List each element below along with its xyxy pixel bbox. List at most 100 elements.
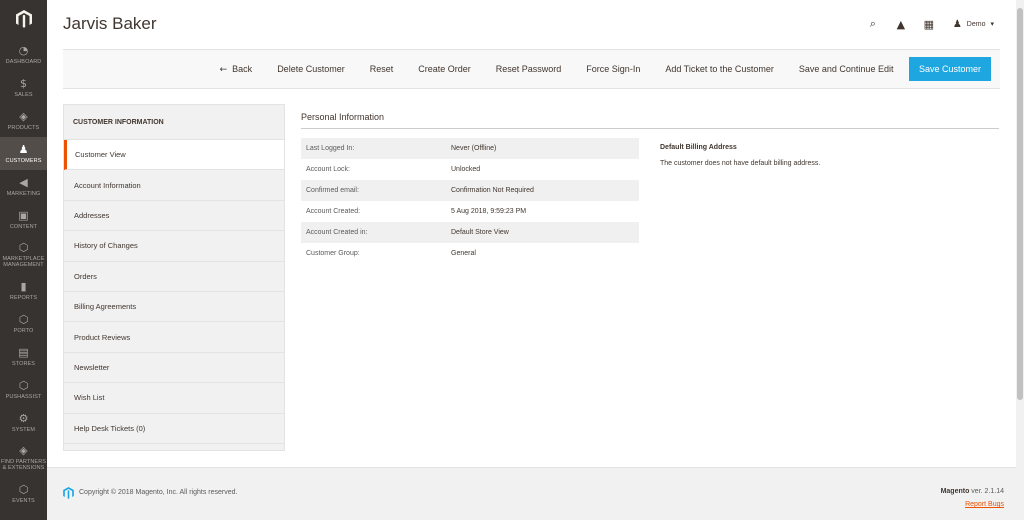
nav-label: CONTENT bbox=[9, 223, 38, 230]
row-value: General bbox=[451, 250, 476, 257]
section-title: Personal Information bbox=[301, 112, 385, 122]
tab-history-of-changes[interactable]: History of Changes bbox=[64, 231, 284, 262]
nav-item-marketplace[interactable]: ⬡ MARKETPLACE MANAGEMENT bbox=[0, 236, 47, 274]
hexagon-icon: ⬡ bbox=[18, 241, 29, 254]
nav-item-events[interactable]: ⬡ EVENTS bbox=[0, 477, 47, 510]
nav-label: MARKETING bbox=[6, 190, 41, 197]
magento-logo[interactable] bbox=[0, 0, 47, 38]
nav-item-customers[interactable]: ♟ CUSTOMERS bbox=[0, 137, 47, 170]
nav-label: FIND PARTNERS & EXTENSIONS bbox=[0, 459, 47, 471]
reset-password-button[interactable]: Reset Password bbox=[483, 57, 574, 81]
nav-label: PUSHASSIST bbox=[5, 393, 42, 400]
nav-item-dashboard[interactable]: ◔ DASHBOARD bbox=[0, 38, 47, 71]
tab-account-information[interactable]: Account Information bbox=[64, 170, 284, 201]
tab-customer-view[interactable]: Customer View bbox=[64, 140, 284, 171]
puzzle-icon: ◈ bbox=[19, 444, 28, 457]
chevron-down-icon: ▾ bbox=[990, 21, 994, 28]
nav-item-stores[interactable]: ▤ STORES bbox=[0, 340, 47, 373]
page-footer: Copyright © 2018 Magento, Inc. All right… bbox=[47, 467, 1016, 520]
row-label: Last Logged In: bbox=[301, 138, 446, 159]
nav-item-reports[interactable]: ▮ REPORTS bbox=[0, 274, 47, 307]
user-menu[interactable]: ♟ Demo ▾ bbox=[953, 19, 994, 30]
hexagon-icon: ⬡ bbox=[18, 482, 29, 496]
copyright-text: Copyright © 2018 Magento, Inc. All right… bbox=[79, 489, 238, 496]
row-label: Account Created: bbox=[306, 208, 361, 215]
row-value: Never (Offline) bbox=[446, 138, 639, 159]
admin-sidebar: ◔ DASHBOARD $ SALES ◈ PRODUCTS ♟ CUSTOME… bbox=[0, 0, 47, 520]
report-bugs-link[interactable]: Report Bugs bbox=[965, 501, 1004, 508]
row-label: Confirmed email: bbox=[301, 180, 446, 201]
layout-icon: ▣ bbox=[18, 208, 29, 222]
person-icon: ♟ bbox=[18, 142, 29, 156]
page-scrollbar[interactable] bbox=[1016, 0, 1024, 520]
delete-customer-button[interactable]: Delete Customer bbox=[265, 57, 358, 81]
dollar-icon: $ bbox=[20, 76, 27, 90]
nav-label: CUSTOMERS bbox=[5, 157, 42, 164]
hexagon-icon: ⬡ bbox=[18, 312, 29, 326]
brand-name: Magento bbox=[940, 488, 970, 495]
table-row: Last Logged In: Never (Offline) bbox=[301, 138, 639, 159]
notes-icon[interactable]: ▦ bbox=[915, 18, 943, 31]
tabs-title: CUSTOMER INFORMATION bbox=[64, 105, 284, 140]
billing-address-text: The customer does not have default billi… bbox=[660, 160, 821, 167]
force-signin-button[interactable]: Force Sign-In bbox=[574, 57, 653, 81]
nav-item-products[interactable]: ◈ PRODUCTS bbox=[0, 104, 47, 137]
magento-logo-icon bbox=[15, 10, 32, 28]
nav-item-system[interactable]: ⚙ SYSTEM bbox=[0, 406, 47, 439]
user-icon: ♟ bbox=[952, 18, 962, 30]
search-icon[interactable]: ⌕ bbox=[859, 17, 887, 31]
nav-item-sales[interactable]: $ SALES bbox=[0, 71, 47, 104]
nav-label: MARKETPLACE MANAGEMENT bbox=[2, 256, 45, 268]
tab-help-desk-tickets[interactable]: Help Desk Tickets (0) bbox=[64, 414, 284, 444]
megaphone-icon: ◀ bbox=[19, 175, 28, 189]
page-title: Jarvis Baker bbox=[63, 14, 157, 33]
table-row: Customer Group: General bbox=[301, 243, 639, 264]
reset-button[interactable]: Reset bbox=[357, 57, 406, 81]
gear-icon: ⚙ bbox=[18, 411, 29, 425]
nav-label: PRODUCTS bbox=[7, 124, 40, 131]
add-ticket-button[interactable]: Add Ticket to the Customer bbox=[653, 57, 787, 81]
row-value: Unlocked bbox=[451, 166, 481, 173]
nav-label: PORTO bbox=[13, 327, 34, 334]
nav-label: EVENTS bbox=[12, 497, 35, 504]
row-value: Default Store View bbox=[446, 222, 639, 243]
table-row: Account Created in: Default Store View bbox=[301, 222, 639, 243]
back-button-label: Back bbox=[232, 63, 253, 74]
nav-item-content[interactable]: ▣ CONTENT bbox=[0, 203, 47, 236]
header-actions: ⌕ ▲ ▦ ♟ Demo ▾ bbox=[859, 14, 994, 34]
nav-label: SALES bbox=[14, 91, 33, 98]
back-button[interactable]: ← Back bbox=[207, 57, 265, 82]
section-divider bbox=[301, 128, 999, 129]
tab-wish-list[interactable]: Wish List bbox=[64, 383, 284, 414]
magento-footer-logo-icon bbox=[63, 487, 74, 499]
bar-chart-icon: ▮ bbox=[20, 279, 27, 293]
create-order-button[interactable]: Create Order bbox=[406, 57, 484, 81]
tab-addresses[interactable]: Addresses bbox=[64, 201, 284, 232]
billing-address-title: Default Billing Address bbox=[660, 144, 737, 151]
cube-icon: ◈ bbox=[19, 109, 28, 123]
nav-item-partners[interactable]: ◈ FIND PARTNERS & EXTENSIONS bbox=[0, 439, 47, 477]
tab-orders[interactable]: Orders bbox=[64, 262, 284, 292]
row-label: Account Lock: bbox=[306, 166, 350, 173]
nav-label: SYSTEM bbox=[11, 426, 36, 433]
store-icon: ▤ bbox=[18, 345, 29, 359]
row-label: Customer Group: bbox=[306, 250, 360, 257]
save-continue-button[interactable]: Save and Continue Edit bbox=[786, 57, 906, 81]
tab-billing-agreements[interactable]: Billing Agreements bbox=[64, 292, 284, 323]
scrollbar-thumb[interactable] bbox=[1017, 8, 1023, 400]
version-number: ver. 2.1.14 bbox=[971, 488, 1004, 495]
row-value: Confirmation Not Required bbox=[446, 180, 639, 201]
nav-item-porto[interactable]: ⬡ PORTO bbox=[0, 307, 47, 340]
tab-product-reviews[interactable]: Product Reviews bbox=[64, 322, 284, 353]
tab-newsletter[interactable]: Newsletter bbox=[64, 353, 284, 384]
nav-label: STORES bbox=[11, 360, 36, 367]
nav-label: REPORTS bbox=[9, 294, 38, 301]
nav-item-pushassist[interactable]: ⬡ PUSHASSIST bbox=[0, 373, 47, 406]
hexagon-icon: ⬡ bbox=[18, 378, 29, 392]
nav-item-marketing[interactable]: ◀ MARKETING bbox=[0, 170, 47, 203]
save-customer-button[interactable]: Save Customer bbox=[908, 57, 991, 81]
nav-label: DASHBOARD bbox=[5, 58, 42, 65]
bell-icon[interactable]: ▲ bbox=[887, 18, 915, 31]
table-row: Account Lock: Unlocked bbox=[301, 159, 639, 180]
table-row: Confirmed email: Confirmation Not Requir… bbox=[301, 180, 639, 201]
